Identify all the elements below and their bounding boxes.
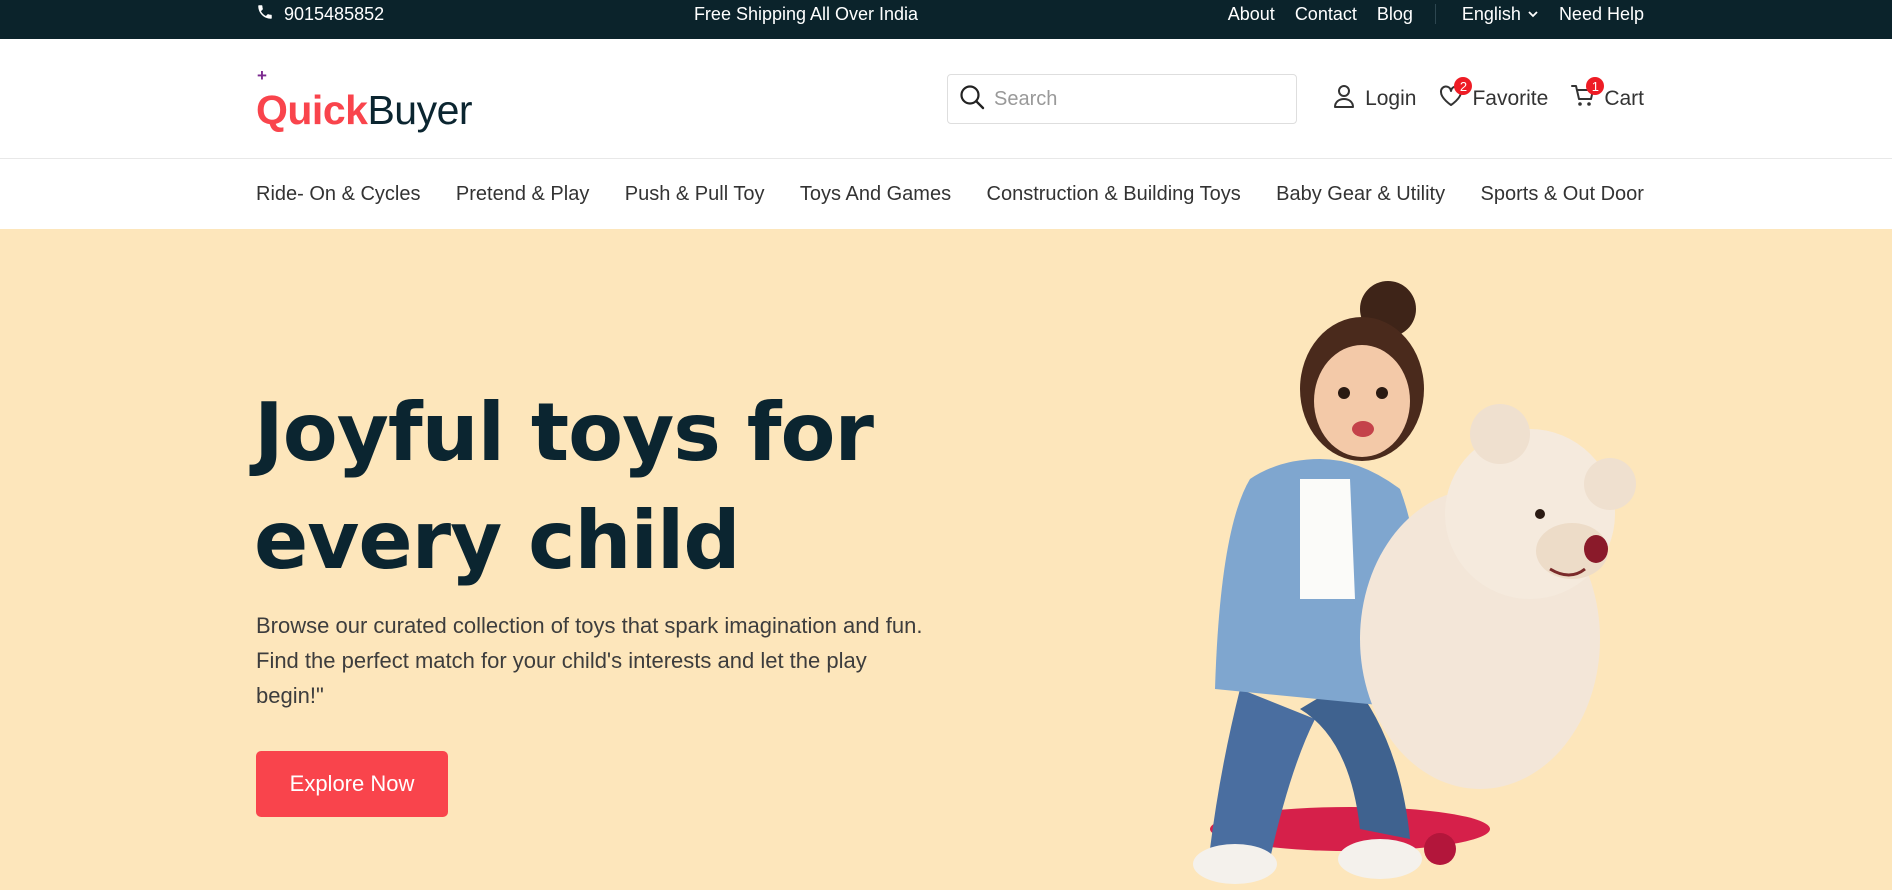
category-nav: Ride- On & Cycles Pretend & Play Push & … <box>0 159 1892 229</box>
divider <box>1434 4 1436 24</box>
cart-label: Cart <box>1604 87 1644 110</box>
category-toys-and-games[interactable]: Toys And Games <box>800 183 951 206</box>
contact-link[interactable]: Contact <box>1295 4 1357 25</box>
category-ride-on-cycles[interactable]: Ride- On & Cycles <box>256 183 421 206</box>
login-label: Login <box>1365 87 1417 110</box>
favorite-button[interactable]: 2 Favorite <box>1438 77 1549 115</box>
explore-now-button[interactable]: Explore Now <box>256 751 448 817</box>
category-pretend-play[interactable]: Pretend & Play <box>456 183 589 206</box>
search-icon <box>958 83 986 116</box>
hero-title: Joyful toys for every child <box>254 379 934 595</box>
favorite-label: Favorite <box>1472 87 1549 110</box>
hero-title-line2: every child <box>254 494 741 587</box>
hero-description: Browse our curated collection of toys th… <box>256 613 923 708</box>
search-input[interactable] <box>994 87 1284 111</box>
favorite-count-badge: 2 <box>1454 77 1473 95</box>
need-help-link[interactable]: Need Help <box>1559 4 1644 25</box>
header-actions: Login 2 Favorite 1 Cart <box>1309 74 1644 124</box>
hero-title-line1: Joyful toys for <box>254 386 874 479</box>
user-icon <box>1331 83 1357 115</box>
chevron-down-icon <box>1527 4 1539 25</box>
hero-banner: Joyful toys for every child Browse our c… <box>0 229 1892 890</box>
language-label: English <box>1461 3 1521 24</box>
logo-plus: + <box>257 66 267 85</box>
about-link[interactable]: About <box>1228 4 1275 25</box>
logo-wordmark: QuickBuyer <box>256 87 473 134</box>
category-push-pull-toy[interactable]: Push & Pull Toy <box>625 183 765 206</box>
search-box[interactable] <box>947 74 1297 124</box>
cart-button[interactable]: 1 Cart <box>1570 77 1644 115</box>
category-sports-out-door[interactable]: Sports & Out Door <box>1481 183 1644 206</box>
logo-quick: Quick <box>256 87 368 133</box>
category-baby-gear-utility[interactable]: Baby Gear & Utility <box>1276 183 1445 206</box>
cart-count-badge: 1 <box>1586 77 1605 95</box>
login-button[interactable]: Login <box>1331 83 1416 115</box>
hero-image-girl-with-teddy-bear <box>1193 281 1636 884</box>
logo-buyer: Buyer <box>367 87 473 133</box>
language-selector[interactable]: English <box>1462 4 1539 25</box>
category-construction-building-toys[interactable]: Construction & Building Toys <box>987 183 1241 206</box>
blog-link[interactable]: Blog <box>1377 4 1413 25</box>
top-bar: 9015485852 Free Shipping All Over India … <box>0 0 1892 39</box>
main-header: + QuickBuyer Login 2 Favorite 1 Cart <box>0 39 1892 159</box>
top-links: About Contact Blog English Need Help <box>1208 0 1644 28</box>
